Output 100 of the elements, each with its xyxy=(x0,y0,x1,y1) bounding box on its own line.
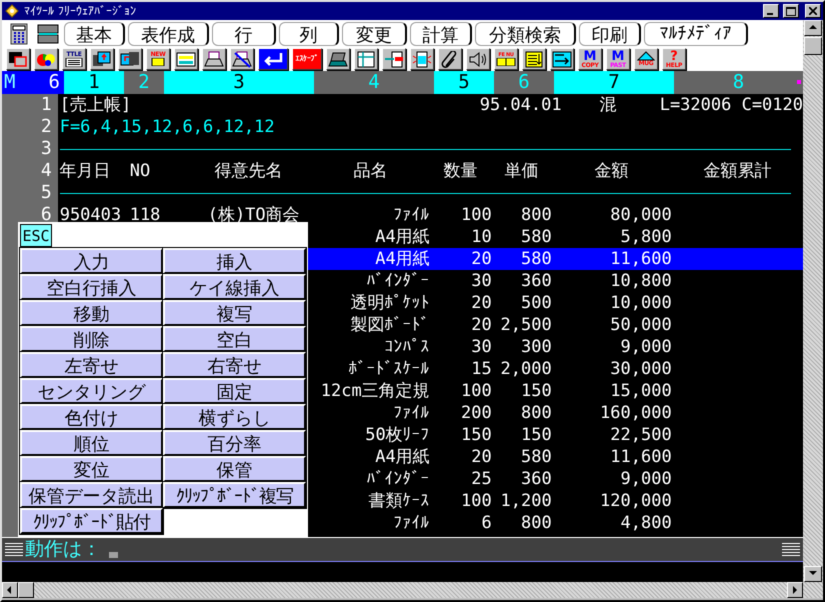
vertical-scrollbar[interactable] xyxy=(803,20,823,582)
action-button[interactable]: 順位 xyxy=(20,430,163,456)
action-button[interactable]: 百分率 xyxy=(163,430,306,456)
menu-tab[interactable]: 印刷 xyxy=(579,22,641,46)
action-button[interactable]: 保管 xyxy=(163,456,306,482)
table-cell-text: 118 xyxy=(130,206,162,224)
action-button[interactable]: ｸﾘｯﾌﾟﾎﾞｰﾄﾞ複写 xyxy=(163,482,306,508)
horizontal-scrollbar[interactable] xyxy=(34,582,787,598)
table-cell-text: 12cm三角定規 xyxy=(320,382,430,400)
table-cell-text: 800 xyxy=(520,206,552,224)
toolbar-button[interactable] xyxy=(466,48,490,70)
column-header: NO xyxy=(130,162,152,180)
action-button[interactable]: 変位 xyxy=(20,456,163,482)
menu-tab[interactable]: 計算 xyxy=(410,22,472,46)
toolbar-button[interactable] xyxy=(522,48,546,70)
table-cell-text: 150 xyxy=(460,426,492,444)
action-button[interactable]: センタリング xyxy=(20,378,163,404)
scroll-thumb[interactable] xyxy=(18,582,34,598)
menu-tab[interactable]: 分類検索 xyxy=(475,22,576,46)
menu-tab[interactable]: 基本 xyxy=(64,22,125,46)
table-cell-text: 580 xyxy=(520,250,552,268)
action-button[interactable]: 色付け xyxy=(20,404,163,430)
action-button[interactable]: 右寄せ xyxy=(163,352,306,378)
close-button[interactable] xyxy=(805,4,821,18)
table-cell-text: ﾊﾞｲﾝﾀﾞｰ xyxy=(366,470,430,488)
toolbar-button[interactable]: ｴｽｹｰﾌﾟ xyxy=(292,48,322,70)
table-cell-text: (株)TO商会 xyxy=(206,206,301,224)
toolbar-button[interactable] xyxy=(438,48,462,70)
ruler-column: 3 xyxy=(164,71,314,94)
action-button[interactable]: 削除 xyxy=(20,326,163,352)
toolbar-button[interactable] xyxy=(354,48,378,70)
table-cell-text: 10 xyxy=(470,228,492,246)
menu-tab[interactable]: 列 xyxy=(279,22,339,46)
toolbar-button[interactable] xyxy=(174,48,198,70)
toolbar-button[interactable] xyxy=(258,48,288,70)
table-cell-text: 透明ﾎﾟｹｯﾄ xyxy=(350,294,430,312)
toolbar-button[interactable] xyxy=(326,48,350,70)
app-icon xyxy=(4,4,20,18)
action-button[interactable]: 入力 xyxy=(20,248,163,274)
action-button[interactable]: 保管データ読出 xyxy=(20,482,163,508)
action-button[interactable]: 移動 xyxy=(20,300,163,326)
action-button[interactable]: 空白 xyxy=(163,326,306,352)
document-icon xyxy=(65,58,83,66)
action-button[interactable]: ケイ線挿入 xyxy=(163,274,306,300)
table-cell-text: A4用紙 xyxy=(374,448,430,466)
table-cell-text: A4用紙 xyxy=(374,228,430,246)
action-button[interactable]: 空白行挿入 xyxy=(20,274,163,300)
action-button[interactable]: ｸﾘｯﾌﾟﾎﾞｰﾄﾞ貼付 xyxy=(20,508,163,534)
menu-tab[interactable]: 行 xyxy=(212,22,276,46)
table-cell-text: 15 xyxy=(470,360,492,378)
printer-icon xyxy=(204,50,224,68)
toolbar-button[interactable] xyxy=(410,48,434,70)
ruler-column: 5 xyxy=(434,71,494,94)
column-header: 数量 xyxy=(442,162,479,180)
action-button[interactable]: 挿入 xyxy=(163,248,306,274)
scroll-up-button[interactable] xyxy=(804,20,822,36)
escape-button[interactable]: ESC xyxy=(20,224,52,247)
table-cell-text: 800 xyxy=(520,514,552,532)
scroll-left-button[interactable] xyxy=(2,582,18,598)
table-cell-text: 30 xyxy=(470,272,492,290)
table-cell-text: A4用紙 xyxy=(374,250,430,268)
toolbar-button[interactable] xyxy=(202,48,226,70)
action-button[interactable]: 複写 xyxy=(163,300,306,326)
text-cursor xyxy=(109,552,118,558)
minimize-button[interactable] xyxy=(763,4,779,18)
maximize-button[interactable] xyxy=(783,4,799,18)
table-cell-text: 5,800 xyxy=(620,228,672,246)
toolbar-button[interactable] xyxy=(6,48,30,70)
table-cell-text: 120,000 xyxy=(599,492,672,510)
table-cell-text: 製図ﾎﾞｰﾄﾞ xyxy=(350,316,430,334)
floppy-disk-icon xyxy=(92,50,112,68)
table-cell-text: 200 xyxy=(460,404,492,422)
table-icon xyxy=(356,50,376,68)
table-cell-text: ﾌｧｲﾙ xyxy=(392,404,430,422)
toolbar-button[interactable] xyxy=(550,48,574,70)
menu-tab[interactable]: 変更 xyxy=(342,22,407,46)
split-view-button[interactable] xyxy=(35,22,61,46)
toolbar-button[interactable] xyxy=(118,48,142,70)
scroll-right-button[interactable] xyxy=(787,582,803,598)
table-cell-text: 580 xyxy=(520,448,552,466)
calculator-icon xyxy=(10,22,28,44)
menu-tab[interactable]: 表作成 xyxy=(128,22,209,46)
table-cell-text: 100 xyxy=(460,206,492,224)
toolbar-button[interactable] xyxy=(90,48,114,70)
action-button[interactable]: 固定 xyxy=(163,378,306,404)
speaker-icon xyxy=(468,50,488,68)
line-number: 3 xyxy=(40,140,52,158)
line-number: 5 xyxy=(40,184,52,202)
toolbar-button[interactable] xyxy=(382,48,406,70)
table-cell-text: 50枚ﾘｰﾌ xyxy=(364,426,430,444)
action-button[interactable]: 左寄せ xyxy=(20,352,163,378)
scroll-thumb[interactable] xyxy=(804,37,822,55)
menu-tab[interactable]: ﾏﾙﾁﾒﾃﾞｨｱ xyxy=(644,22,748,46)
toolbar-button[interactable] xyxy=(34,48,58,70)
action-button[interactable]: 横ずらし xyxy=(163,404,306,430)
table-cell-text: 4,800 xyxy=(620,514,672,532)
scroll-down-button[interactable] xyxy=(804,566,822,582)
table-cell-text: 10,000 xyxy=(609,294,672,312)
table-cell-text: 15,000 xyxy=(609,382,672,400)
toolbar-button[interactable] xyxy=(230,48,254,70)
